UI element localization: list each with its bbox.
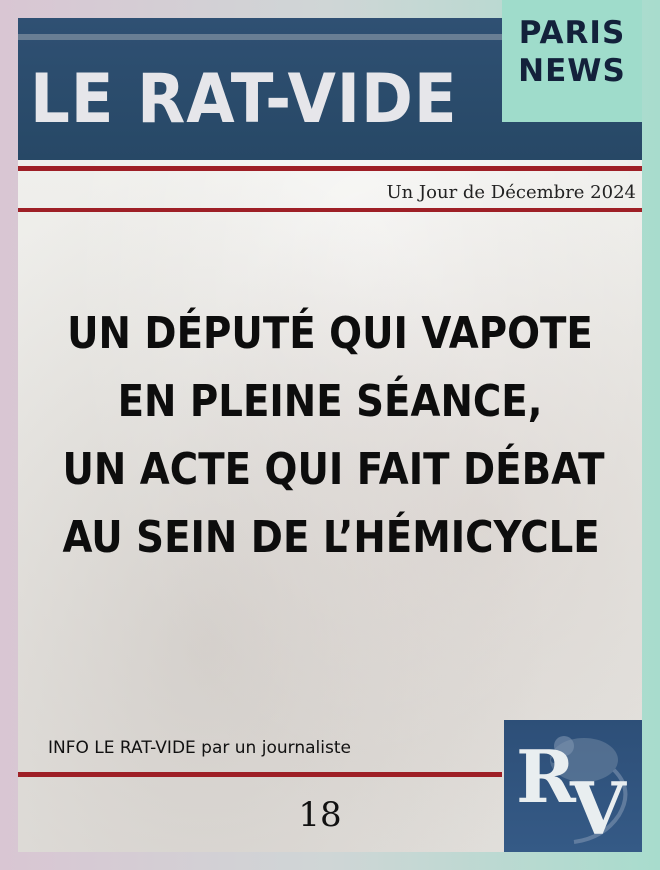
logo-letter-v: V (570, 766, 626, 851)
rat-logo-icon: R V (504, 720, 642, 852)
headline-line-2: EN PLEINE SÉANCE, (117, 376, 543, 427)
headline: UN DÉPUTÉ QUI VAPOTE EN PLEINE SÉANCE, U… (26, 300, 634, 572)
top-red-rule (18, 166, 642, 171)
logo-monogram: R V (512, 730, 642, 851)
logo-letter-r: R (516, 734, 576, 819)
headline-line-3: UN ACTE QUI FAIT DÉBAT (62, 444, 605, 495)
masthead-strip (18, 34, 502, 40)
masthead-title: LE RAT-VIDE (30, 60, 458, 139)
paris-news-label: PARIS NEWS (502, 14, 642, 90)
date-red-rule (18, 208, 642, 212)
bottom-red-rule (18, 772, 502, 777)
issue-date: Un Jour de Décembre 2024 (386, 182, 636, 203)
news-label: NEWS (518, 53, 626, 89)
paris-label: PARIS (518, 15, 626, 51)
byline: INFO LE RAT-VIDE par un journaliste (48, 738, 351, 758)
page-number: 18 (298, 795, 342, 835)
headline-line-1: UN DÉPUTÉ QUI VAPOTE (67, 308, 593, 359)
headline-line-4: AU SEIN DE L’HÉMICYCLE (62, 512, 600, 563)
